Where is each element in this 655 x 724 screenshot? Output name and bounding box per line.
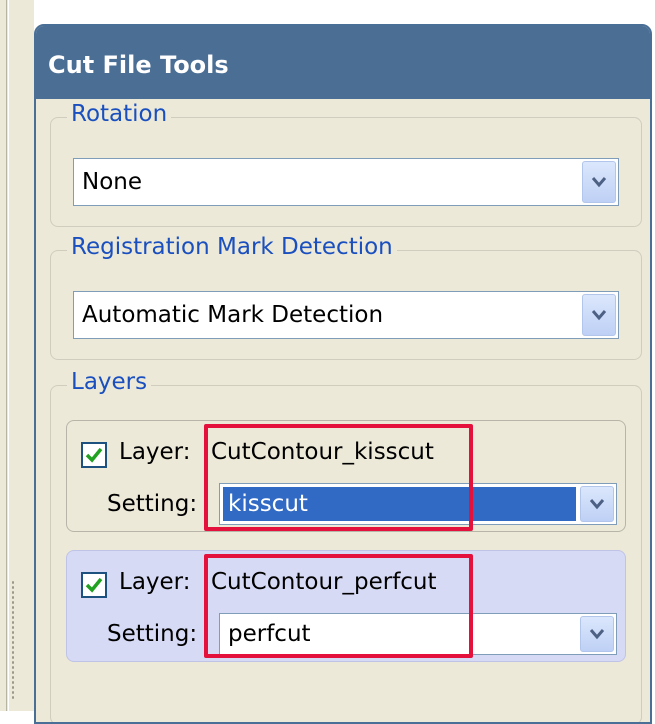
layer-checkbox[interactable] — [81, 572, 107, 598]
chevron-down-icon — [589, 629, 605, 640]
registration-dropdown[interactable]: Automatic Mark Detection — [73, 291, 619, 339]
checkmark-icon — [85, 447, 103, 463]
setting-label: Setting: — [107, 621, 198, 647]
rail-divider-highlight — [8, 0, 9, 711]
rotation-value: None — [82, 169, 143, 195]
rotation-dropdown-button[interactable] — [582, 161, 616, 203]
chevron-down-icon — [589, 499, 605, 510]
registration-group-label: Registration Mark Detection — [67, 233, 397, 261]
setting-label: Setting: — [107, 491, 198, 517]
annotation-highlight-box — [204, 554, 473, 658]
registration-value: Automatic Mark Detection — [82, 302, 384, 328]
rail-divider — [6, 0, 7, 711]
layer-label: Layer: — [119, 569, 191, 595]
layer-checkbox[interactable] — [81, 442, 107, 468]
resize-grip[interactable] — [11, 580, 15, 700]
layers-group-label: Layers — [67, 368, 152, 396]
setting-dropdown-button[interactable] — [580, 616, 614, 652]
panel-title: Cut File Tools — [36, 26, 650, 99]
rotation-group-label: Rotation — [67, 100, 172, 128]
chevron-down-icon — [591, 177, 607, 188]
chevron-down-icon — [591, 310, 607, 321]
registration-dropdown-button[interactable] — [582, 294, 616, 336]
checkmark-icon — [85, 577, 103, 593]
layer-label: Layer: — [119, 439, 191, 465]
left-rail — [0, 0, 34, 711]
annotation-highlight-box — [204, 424, 473, 531]
rotation-group: Rotation None — [50, 100, 642, 227]
registration-group: Registration Mark Detection Automatic Ma… — [50, 233, 642, 360]
setting-dropdown-button[interactable] — [580, 486, 614, 522]
rotation-dropdown[interactable]: None — [73, 158, 619, 206]
